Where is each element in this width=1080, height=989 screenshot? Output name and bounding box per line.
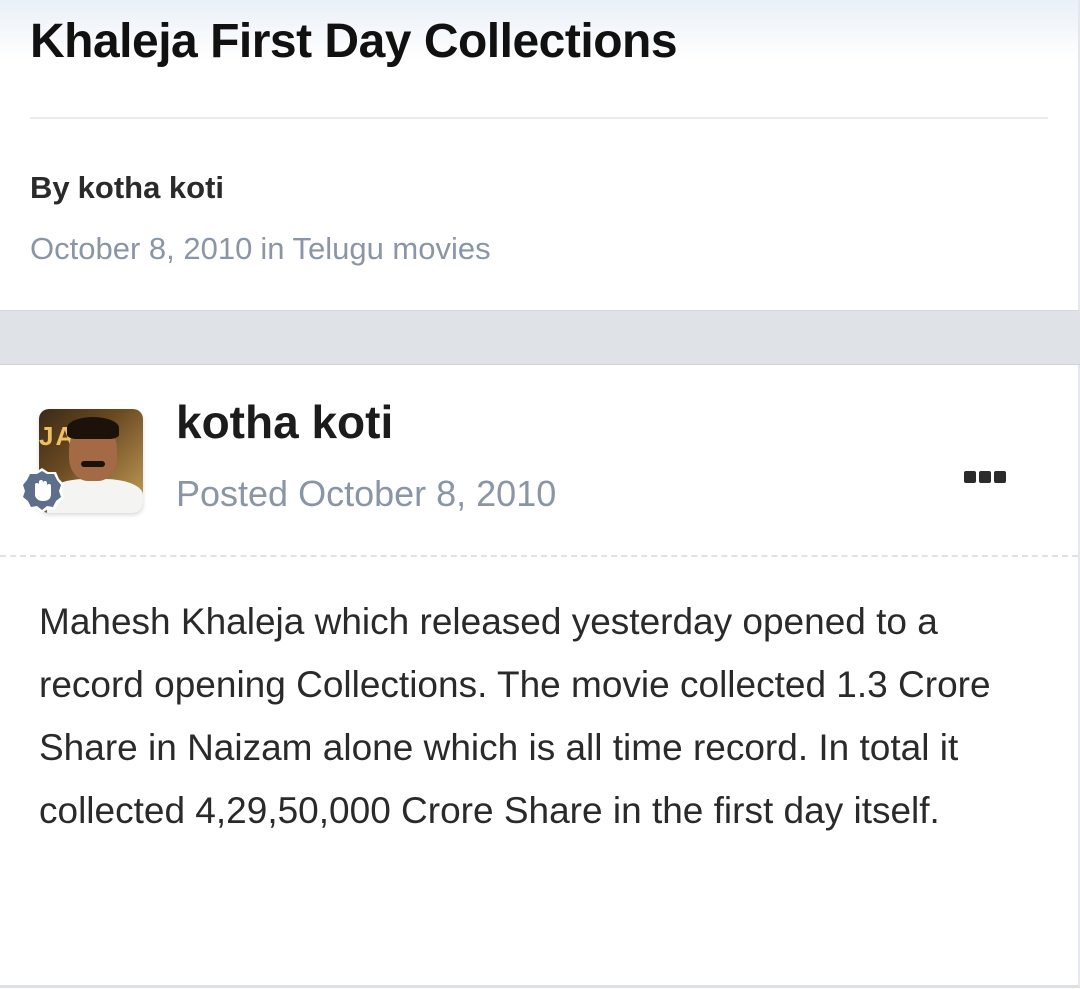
topic-page: Khaleja First Day Collections By kotha ko… <box>0 0 1080 989</box>
forum-link[interactable]: Telugu movies <box>292 231 490 266</box>
post-author-link[interactable]: kotha koti <box>176 395 393 449</box>
section-separator <box>0 311 1080 365</box>
in-label: in <box>260 231 285 266</box>
post-date[interactable]: October 8, 2010 <box>298 473 556 514</box>
more-options-icon[interactable] <box>960 465 1010 489</box>
more-dot <box>994 471 1006 483</box>
topic-date: October 8, 2010 <box>30 231 253 266</box>
topic-byline: By kotha koti <box>30 170 224 206</box>
more-dot <box>964 471 976 483</box>
topic-author-link[interactable]: kotha koti <box>78 170 224 205</box>
post-content: Mahesh Khaleja which released yesterday … <box>39 601 991 831</box>
post-meta: Posted October 8, 2010 <box>176 473 556 515</box>
posted-label: Posted <box>176 473 289 514</box>
topic-header: Khaleja First Day Collections By kotha ko… <box>0 0 1080 311</box>
post-divider <box>0 555 1078 557</box>
header-divider <box>30 117 1048 119</box>
topic-meta: October 8, 2010 in Telugu movies <box>30 231 491 267</box>
avatar-hair <box>67 417 119 439</box>
waving-hand-badge-icon <box>20 468 64 513</box>
post-card: JA kotha koti Posted October 8, 2010 Mahe… <box>0 365 1080 988</box>
by-prefix: By <box>30 170 70 205</box>
more-dot <box>979 471 991 483</box>
avatar-moustache <box>81 461 105 467</box>
page-title: Khaleja First Day Collections <box>30 15 678 68</box>
